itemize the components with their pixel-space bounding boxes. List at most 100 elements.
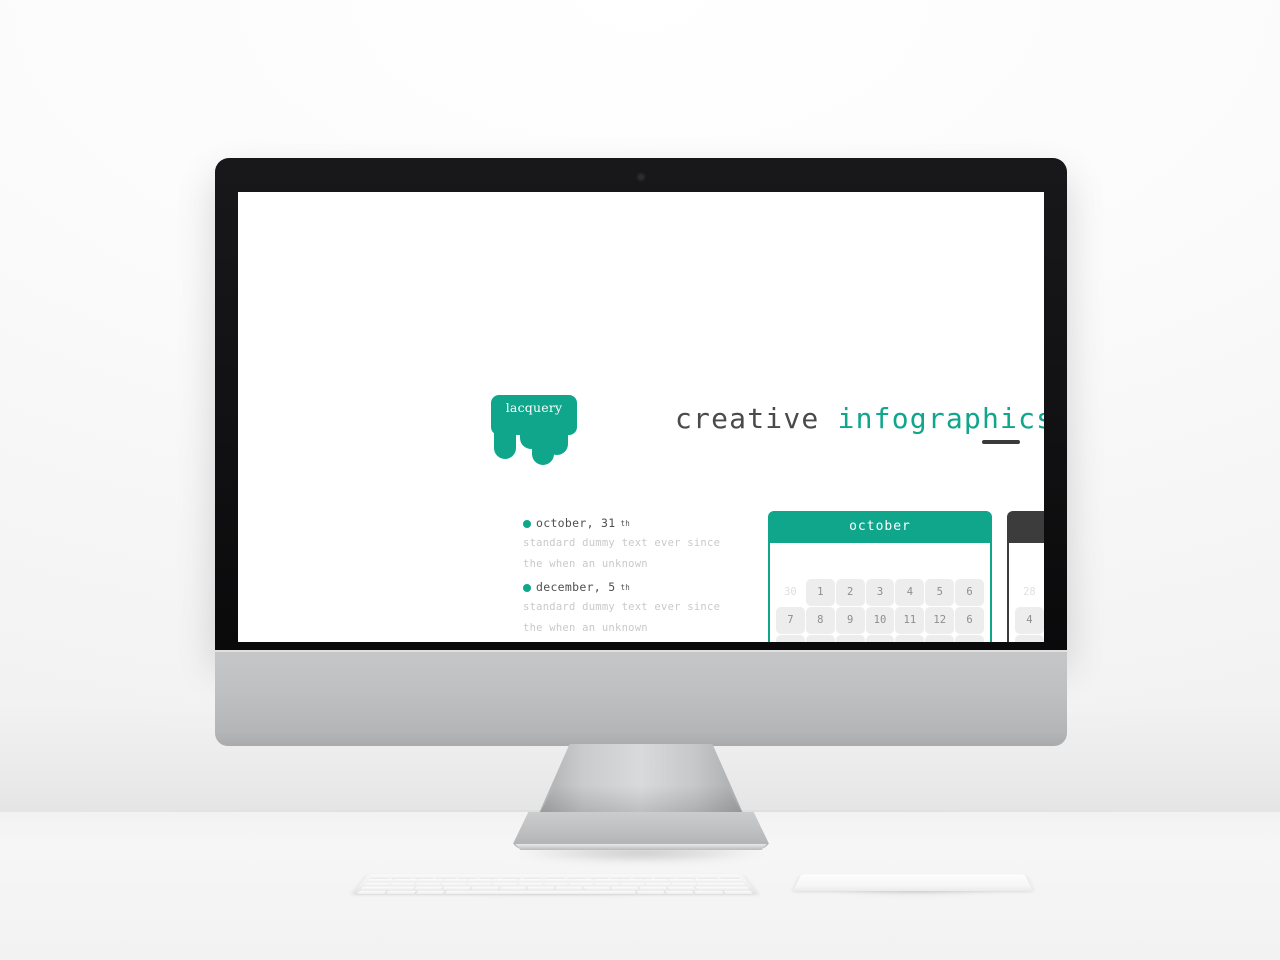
keyboard-key[interactable] [671,882,697,886]
list-item[interactable]: december, 5 th standard dummy text ever s… [523,578,749,638]
keyboard-key[interactable] [417,879,443,882]
keyboard-key[interactable] [466,882,492,886]
keyboard-key[interactable] [544,882,568,886]
keyboard-key[interactable] [518,882,543,886]
event-header: december, 5 th [523,578,749,597]
keyboard-key[interactable] [443,886,471,890]
calendar-day[interactable]: 19 [925,635,955,642]
keyboard-key[interactable] [639,886,667,890]
keyboard-key[interactable] [723,890,753,894]
keyboard-key[interactable] [609,875,631,879]
keyboard-key[interactable] [357,890,387,894]
calendar-day[interactable]: 4 [895,579,925,606]
keyboard-key[interactable] [695,886,750,890]
keyboard-key[interactable] [696,882,747,886]
keyboard-key[interactable] [369,875,392,879]
keyboard-key[interactable] [468,879,493,882]
keyboard-key[interactable] [527,886,555,890]
keyboard-key[interactable] [413,875,436,879]
keyboard-key[interactable] [595,882,620,886]
keyboard-key[interactable] [646,882,672,886]
keyboard-key[interactable] [674,875,697,879]
keyboard-key[interactable] [569,882,594,886]
calendar-day[interactable]: 12 [925,607,955,634]
keyboard-key[interactable] [366,879,393,882]
calendar-day[interactable]: 17 [865,635,895,642]
calendar-day[interactable]: 8 [805,607,835,634]
keyboard-key[interactable] [620,882,646,886]
logo-drip [494,431,516,459]
keyboard-key[interactable] [435,875,457,879]
keyboard-key[interactable] [440,882,466,886]
keyboard-key[interactable] [414,886,443,890]
keyboard-key[interactable] [694,890,724,894]
keyboard-key[interactable] [696,875,719,879]
keyboard-key[interactable] [694,879,744,882]
keyboard-key[interactable] [457,875,479,879]
keyboard-key[interactable] [391,875,414,879]
keyboard-key[interactable] [619,879,644,882]
keyboard-key[interactable] [583,886,611,890]
event-date-suffix: th [620,583,631,592]
keyboard-key[interactable] [415,890,445,894]
calendar-day[interactable]: 4 [1015,607,1044,634]
calendar-day[interactable]: 10 [865,607,895,634]
page-title: creative infographics [675,402,1044,435]
keyboard-key[interactable] [492,882,517,886]
keyboard-key[interactable] [363,882,390,886]
keyboard-key[interactable] [569,879,594,882]
calendar-day[interactable]: 9 [835,607,865,634]
keyboard-key[interactable] [665,890,695,894]
keyboard-key[interactable] [518,879,543,882]
calendar-day[interactable]: 2 [835,579,865,606]
keyboard-key[interactable] [555,886,583,890]
keyboard-key[interactable] [653,875,675,879]
keyboard-key[interactable] [392,879,418,882]
calendar-day[interactable]: 11 [1015,635,1044,642]
keyboard-key[interactable] [669,879,695,882]
calendar-november: november 2829303112345678910111213141516… [1007,511,1044,642]
calendar-day[interactable]: 6 [955,607,985,634]
calendar-day[interactable]: 5 [925,579,955,606]
keyboard-key[interactable] [631,875,653,879]
keyboard-key[interactable] [499,886,527,890]
keyboard-key[interactable] [493,879,518,882]
calendar-day[interactable]: 11 [895,607,925,634]
keyboard-key[interactable] [718,875,741,879]
keyboard-key[interactable] [442,879,468,882]
calendar-day[interactable]: 28 [1015,579,1044,606]
keyboard-key[interactable] [444,890,636,894]
calendar-day[interactable]: 1 [805,579,835,606]
calendar-day[interactable]: 6 [955,579,985,606]
list-item[interactable]: october, 31 th standard dummy text ever s… [523,514,749,574]
keyboard-key[interactable] [501,875,522,879]
keyboard[interactable] [352,874,758,894]
calendar-day[interactable]: 13 [955,635,985,642]
calendar-day[interactable]: 14 [776,635,805,642]
calendar-day[interactable]: 18 [895,635,925,642]
keyboard-key[interactable] [611,886,639,890]
keyboard-key[interactable] [544,879,568,882]
keyboard-key[interactable] [415,882,441,886]
calendar-day[interactable]: 7 [776,607,805,634]
calendar-day[interactable]: 16 [835,635,865,642]
keyboard-key[interactable] [360,886,415,890]
keyboard-key[interactable] [386,890,416,894]
keyboard-key[interactable] [544,875,565,879]
calendar-grid: 2829303112345678910111213141516171819202… [1007,543,1044,642]
calendar-day[interactable]: 15 [805,635,835,642]
event-description-line: standard dummy text ever since [523,537,721,549]
keyboard-key[interactable] [523,875,544,879]
calendar-day[interactable]: 30 [776,579,805,606]
keyboard-key[interactable] [644,879,670,882]
keyboard-key[interactable] [588,875,609,879]
keyboard-key[interactable] [389,882,416,886]
keyboard-key[interactable] [636,890,666,894]
trackpad[interactable] [793,874,1033,891]
keyboard-key[interactable] [471,886,499,890]
keyboard-key[interactable] [479,875,500,879]
keyboard-key[interactable] [594,879,619,882]
keyboard-key[interactable] [566,875,587,879]
keyboard-key[interactable] [667,886,696,890]
calendar-day[interactable]: 3 [865,579,895,606]
